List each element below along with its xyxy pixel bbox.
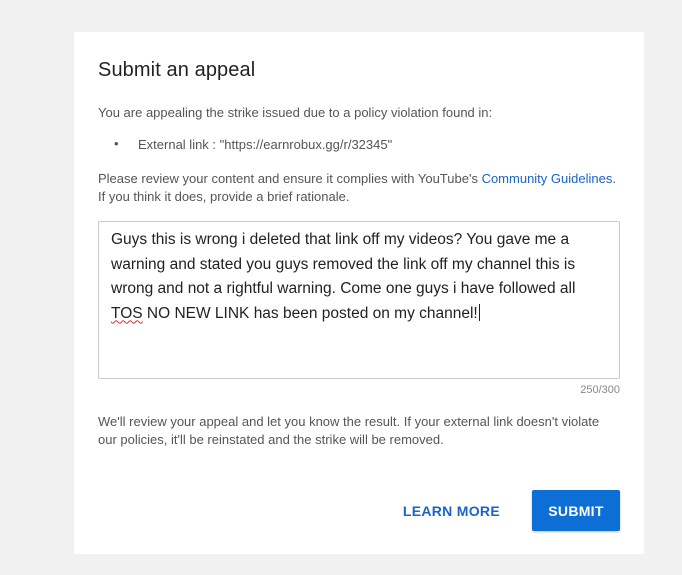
submit-button[interactable]: SUBMIT — [532, 490, 620, 531]
bullet-icon: • — [114, 136, 119, 151]
rationale-textarea[interactable]: Guys this is wrong i deleted that link o… — [98, 221, 620, 379]
review-prefix: Please review your content and ensure it… — [98, 171, 482, 186]
rationale-text: Guys this is wrong i deleted that link o… — [111, 228, 607, 326]
dialog-actions: LEARN MORE SUBMIT — [387, 490, 620, 531]
misspelled-word: TOS — [111, 304, 143, 322]
review-instructions: Please review your content and ensure it… — [98, 170, 620, 206]
violation-item: • External link : "https://earnrobux.gg/… — [98, 136, 393, 152]
appeal-dialog: Submit an appeal You are appealing the s… — [74, 32, 644, 554]
character-counter: 250/300 — [580, 384, 620, 396]
violation-list: • External link : "https://earnrobux.gg/… — [98, 136, 393, 152]
community-guidelines-link[interactable]: Community Guidelines — [482, 171, 613, 186]
intro-text: You are appealing the strike issued due … — [98, 105, 493, 120]
rationale-text-after: NO NEW LINK has been posted on my channe… — [142, 304, 478, 322]
learn-more-button[interactable]: LEARN MORE — [387, 491, 516, 531]
rationale-text-before: Guys this is wrong i deleted that link o… — [111, 231, 576, 297]
text-caret — [478, 303, 480, 321]
violation-item-text: External link : "https://earnrobux.gg/r/… — [138, 137, 393, 152]
result-info: We'll review your appeal and let you kno… — [98, 414, 600, 447]
dialog-title: Submit an appeal — [98, 59, 256, 81]
